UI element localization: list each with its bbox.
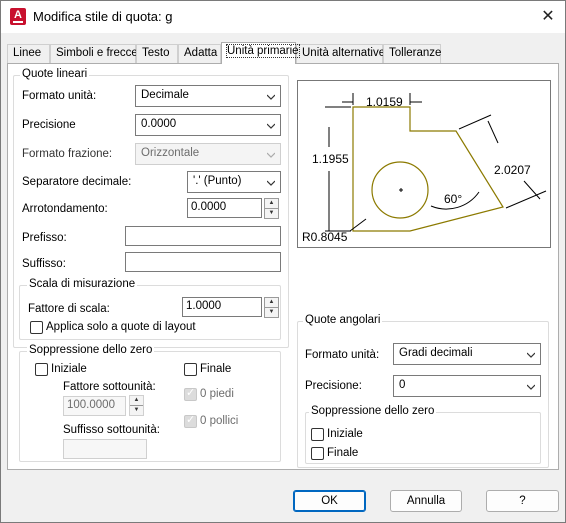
angular-zero-title: Soppressione dello zero bbox=[309, 405, 437, 417]
suffix-label: Suffisso: bbox=[22, 258, 66, 270]
angular-leading-zero-checkbox[interactable] bbox=[311, 428, 324, 441]
chevron-down-icon bbox=[267, 94, 275, 100]
layout-only-checkbox[interactable] bbox=[30, 321, 43, 334]
sub-unit-suffix-label: Suffisso sottounità: bbox=[63, 424, 160, 436]
scale-factor-input[interactable]: 1.0000 bbox=[182, 297, 262, 317]
precision-label: Precisione bbox=[22, 119, 76, 131]
angular-group-title: Quote angolari bbox=[303, 314, 383, 326]
dim-left-text: 1.1955 bbox=[312, 152, 349, 166]
dim-top-text: 1.0159 bbox=[366, 95, 403, 109]
angular-unit-format-label: Formato unità: bbox=[305, 349, 380, 361]
angular-unit-format-select[interactable]: Gradi decimali bbox=[393, 343, 541, 365]
roundoff-spinner[interactable]: ▲ ▼ bbox=[264, 198, 279, 219]
chevron-down-icon bbox=[267, 152, 275, 158]
zero-feet-checkbox bbox=[184, 386, 197, 401]
layout-only-label: Applica solo a quote di layout bbox=[46, 321, 196, 333]
dim-radius-text: R0.8045 bbox=[302, 230, 348, 244]
angular-precision-label: Precisione: bbox=[305, 380, 362, 392]
zero-suppression-title: Soppressione dello zero bbox=[27, 344, 155, 356]
dim-angle-text: 60° bbox=[444, 192, 462, 206]
tab-adatta[interactable]: Adatta bbox=[178, 44, 221, 63]
sub-unit-suffix-input bbox=[63, 439, 147, 459]
roundoff-input[interactable]: 0.0000 bbox=[187, 198, 262, 218]
prefix-label: Prefisso: bbox=[22, 232, 67, 244]
angular-precision-select[interactable]: 0 bbox=[393, 375, 541, 397]
dim-right-text: 2.0207 bbox=[494, 163, 531, 177]
close-icon[interactable]: ✕ bbox=[537, 6, 559, 28]
decimal-separator-label: Separatore decimale: bbox=[22, 176, 132, 188]
scale-factor-label: Fattore di scala: bbox=[28, 303, 110, 315]
ok-button[interactable]: OK bbox=[293, 490, 366, 512]
leading-zero-label: Iniziale bbox=[51, 363, 87, 375]
linear-group-title: Quote lineari bbox=[20, 68, 90, 80]
chevron-down-icon bbox=[267, 180, 275, 186]
tab-simboli-e-frecce[interactable]: Simboli e frecce bbox=[50, 44, 138, 63]
fraction-format-select: Orizzontale bbox=[135, 143, 281, 165]
angular-trailing-zero-label: Finale bbox=[327, 447, 359, 459]
trailing-zero-label: Finale bbox=[200, 363, 232, 375]
precision-select[interactable]: 0.0000 bbox=[135, 114, 281, 136]
scale-factor-spinner[interactable]: ▲ ▼ bbox=[264, 297, 279, 318]
autocad-logo-icon: A bbox=[10, 8, 26, 25]
scale-group-title: Scala di misurazione bbox=[27, 278, 138, 290]
tab-testo[interactable]: Testo bbox=[136, 44, 178, 63]
sub-unit-factor-spinner: ▲ ▼ bbox=[129, 395, 144, 416]
decimal-separator-select[interactable]: '.' (Punto) bbox=[187, 171, 281, 193]
unit-format-select[interactable]: Decimale bbox=[135, 85, 281, 107]
title-bar: A Modifica stile di quota: g ✕ bbox=[1, 1, 565, 33]
prefix-input[interactable] bbox=[125, 226, 281, 246]
fraction-format-label: Formato frazione: bbox=[22, 148, 113, 160]
roundoff-label: Arrotondamento: bbox=[22, 203, 108, 215]
chevron-down-icon bbox=[527, 384, 535, 390]
trailing-zero-checkbox[interactable] bbox=[184, 363, 197, 376]
leading-zero-checkbox[interactable] bbox=[35, 363, 48, 376]
unit-format-label: Formato unità: bbox=[22, 90, 97, 102]
suffix-input[interactable] bbox=[125, 252, 281, 272]
window-title: Modifica stile di quota: g bbox=[33, 9, 173, 24]
zero-feet-label: 0 piedi bbox=[200, 388, 234, 400]
zero-inches-label: 0 pollici bbox=[200, 415, 239, 427]
tab-tolleranze[interactable]: Tolleranze bbox=[383, 44, 441, 63]
cancel-button[interactable]: Annulla bbox=[390, 490, 462, 512]
chevron-down-icon bbox=[267, 123, 275, 129]
tab-unita-alternative[interactable]: Unità alternative bbox=[296, 44, 385, 63]
dialog-window: A Modifica stile di quota: g ✕ Linee Sim… bbox=[0, 0, 566, 523]
sub-unit-factor-label: Fattore sottounità: bbox=[63, 381, 156, 393]
help-button[interactable]: ? bbox=[486, 490, 559, 512]
angular-leading-zero-label: Iniziale bbox=[327, 428, 363, 440]
preview-drawing: 1.0159 1.1955 2.0207 60° R0.8045 bbox=[302, 93, 547, 244]
tab-linee[interactable]: Linee bbox=[7, 44, 50, 63]
zero-inches-checkbox bbox=[184, 413, 197, 428]
dimension-preview: 1.0159 1.1955 2.0207 60° R0.8045 bbox=[297, 80, 551, 248]
angular-trailing-zero-checkbox[interactable] bbox=[311, 447, 324, 460]
tab-unita-primarie[interactable]: Unità primarie bbox=[221, 42, 300, 64]
sub-unit-factor-input: 100.0000 bbox=[63, 396, 126, 416]
chevron-down-icon bbox=[527, 352, 535, 358]
